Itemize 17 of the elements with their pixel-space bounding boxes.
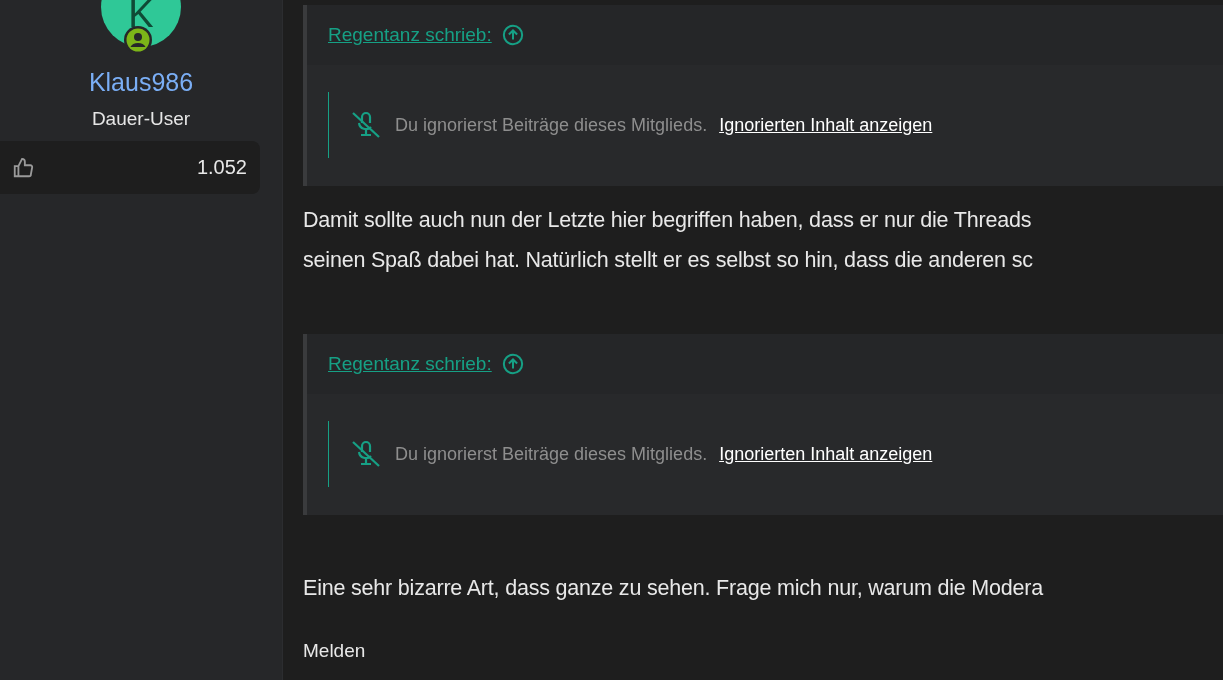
reaction-count: 1.052 — [196, 156, 247, 179]
post-text-line: Damit sollte auch nun der Letzte hier begriffen haben, dass er nur die Threads — [303, 207, 1033, 234]
user-status-icon — [123, 25, 153, 55]
ignored-notice: Du ignorierst Beiträge dieses Mitglieds. — [395, 114, 708, 136]
quote-author-link[interactable]: Regentanz schrieb: — [328, 24, 492, 46]
username-link[interactable]: Klaus986 — [88, 68, 194, 97]
show-ignored-link[interactable]: Ignorierten Inhalt anzeigen — [719, 114, 933, 136]
user-title: Dauer-User — [91, 108, 191, 130]
thumbs-up-icon — [12, 156, 34, 179]
arrow-up-circle-icon[interactable] — [501, 24, 524, 46]
post-text-line: Eine sehr bizarre Art, dass ganze zu sehen. Frage mich nur, warum die Modera — [303, 575, 1045, 602]
show-ignored-link[interactable]: Ignorierten Inhalt anzeigen — [719, 443, 933, 465]
quote-author-link[interactable]: Regentanz schrieb: — [328, 353, 492, 375]
ignored-notice: Du ignorierst Beiträge dieses Mitglieds. — [395, 443, 708, 465]
report-link[interactable]: Melden — [303, 640, 366, 662]
post-text-line: seinen Spaß dabei hat. Natürlich stellt er es selbst so hin, dass die anderen sc — [303, 247, 1034, 274]
arrow-up-circle-icon[interactable] — [501, 353, 524, 375]
